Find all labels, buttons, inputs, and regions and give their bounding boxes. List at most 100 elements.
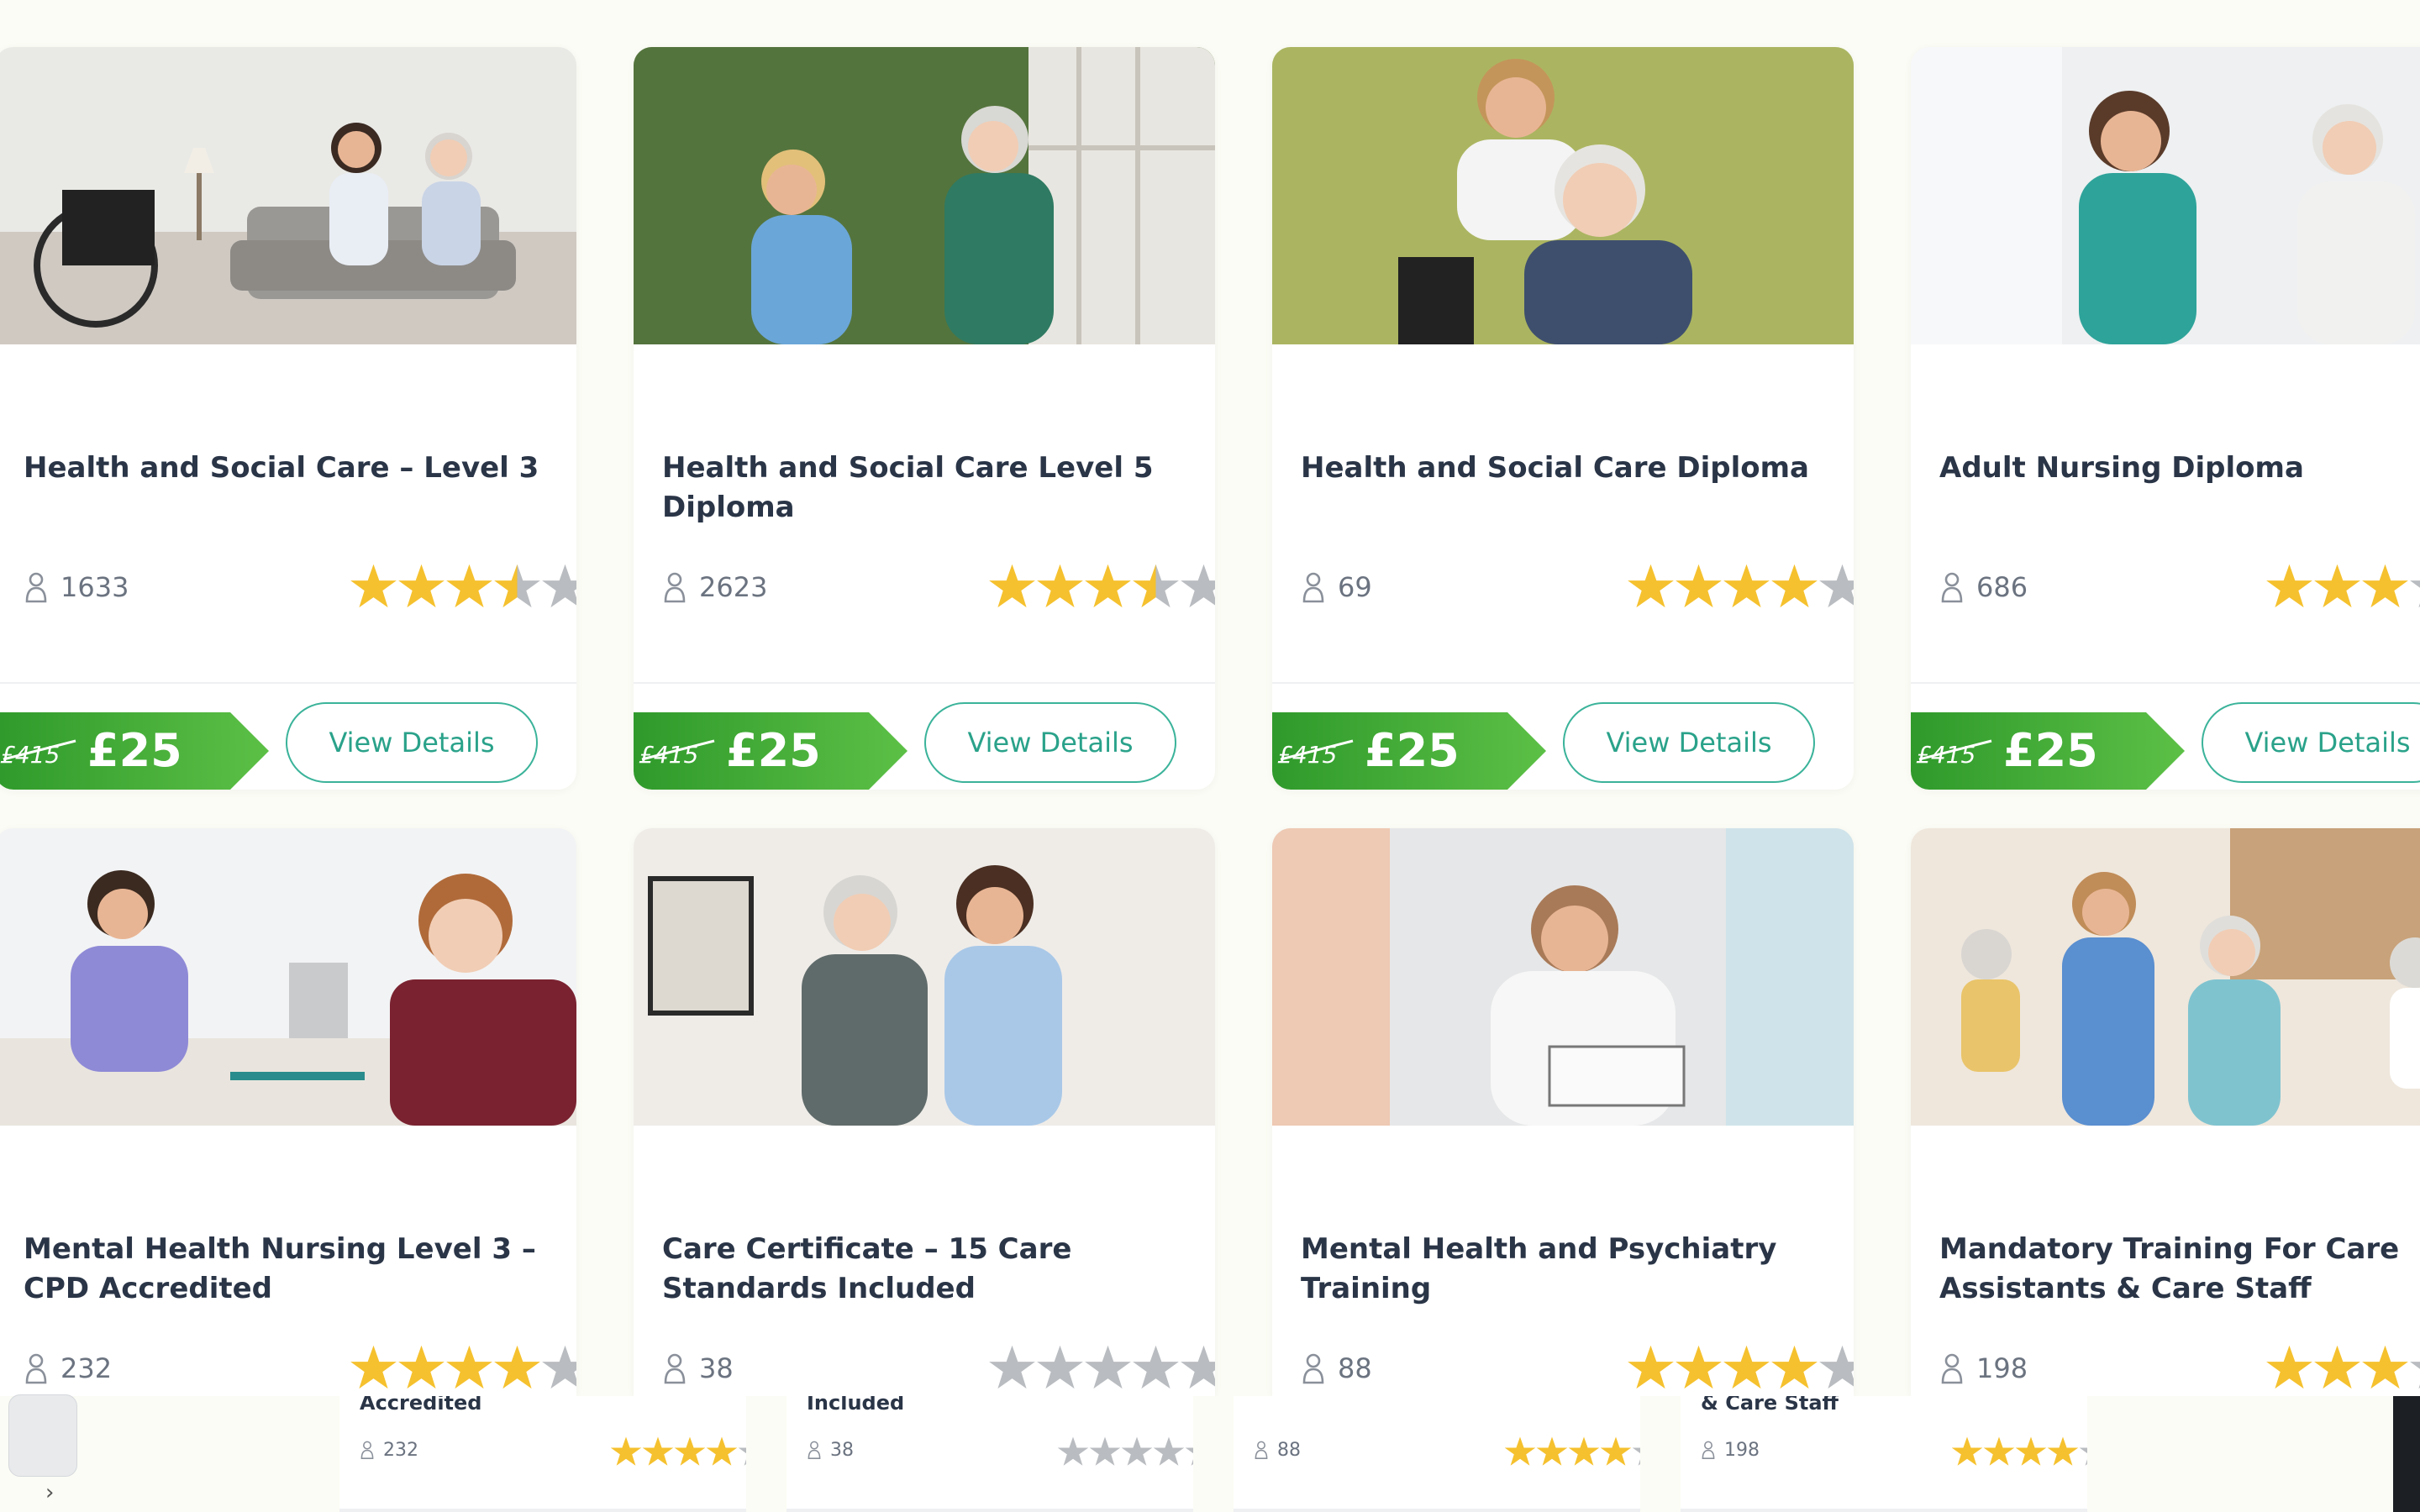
mini-title-fragment: & Care Staff (1701, 1396, 1839, 1415)
star-icon (494, 1345, 540, 1389)
mini-course-card[interactable]: 88 (1234, 1396, 1640, 1512)
view-details-button[interactable]: View Details (286, 702, 538, 783)
course-title[interactable]: Health and Social Care – Level 3 (24, 449, 548, 488)
star-icon (1153, 1436, 1185, 1466)
star-icon (1819, 1345, 1854, 1389)
divider (1911, 682, 2420, 684)
course-card[interactable]: Mandatory Training For Care Assistants &… (1911, 828, 2420, 1396)
course-card[interactable]: Mental Health and Psychiatry Training 88 (1272, 828, 1854, 1396)
rating-stars (350, 561, 576, 612)
student-icon (1941, 1353, 1963, 1384)
star-icon (1600, 1436, 1632, 1466)
course-image[interactable] (1911, 47, 2420, 344)
student-icon (360, 1441, 374, 1459)
divider (0, 682, 576, 684)
course-image[interactable] (0, 828, 576, 1126)
course-card[interactable]: Health and Social Care Level 5 Diploma 2… (634, 47, 1215, 790)
course-meta: 69 (1301, 561, 1854, 612)
course-meta: 38 (662, 1342, 1215, 1393)
course-image[interactable] (1272, 47, 1854, 344)
rating-stars (1627, 561, 1854, 612)
view-details-button[interactable]: View Details (924, 702, 1176, 783)
course-image[interactable] (1911, 828, 2420, 1126)
star-icon (989, 564, 1035, 608)
star-icon (1133, 564, 1179, 608)
star-icon (2362, 564, 2408, 608)
photo (1272, 828, 1854, 1126)
mini-title-fragment: Accredited (360, 1396, 482, 1415)
course-image[interactable] (1272, 828, 1854, 1126)
photo (634, 828, 1215, 1126)
divider (634, 682, 1215, 684)
student-count: 88 (1277, 1440, 1301, 1461)
star-icon (494, 564, 540, 608)
course-image[interactable] (634, 828, 1215, 1126)
student-icon (1302, 572, 1324, 603)
student-count: 1633 (60, 571, 129, 603)
price-tag: £415 £25 (1911, 712, 2185, 790)
rating-stars (1057, 1435, 1193, 1468)
course-meta: 2623 (662, 561, 1215, 612)
star-icon (1185, 1447, 1193, 1466)
student-icon (1255, 1441, 1268, 1459)
course-title[interactable]: Health and Social Care Level 5 Diploma (662, 449, 1186, 528)
strikethrough (1918, 739, 1992, 761)
course-card[interactable]: Health and Social Care Diploma 69 £415 £… (1272, 47, 1854, 790)
star-icon (542, 564, 576, 608)
background-page-strip: Accredited 232 Included 38 88 & Care Sta… (0, 1396, 2420, 1512)
course-meta: 88 (1301, 1342, 1854, 1393)
star-icon (1504, 1436, 1536, 1466)
course-title[interactable]: Care Certificate – 15 Care Standards Inc… (662, 1230, 1186, 1309)
course-title[interactable]: Adult Nursing Diploma (1939, 449, 2420, 488)
rating-stars (1627, 1342, 1854, 1393)
price-tag: £415 £25 (634, 712, 908, 790)
star-icon (1632, 1447, 1640, 1466)
student-count: 198 (1976, 1352, 2028, 1384)
star-icon (1771, 564, 1818, 608)
course-title[interactable]: Health and Social Care Diploma (1301, 449, 1825, 488)
price-tag: £415 £25 (0, 712, 269, 790)
star-icon (2410, 1362, 2420, 1389)
star-icon (1771, 1345, 1818, 1389)
course-card[interactable]: Care Certificate – 15 Care Standards Inc… (634, 828, 1215, 1396)
course-meta: 1633 (24, 561, 576, 612)
course-image[interactable] (634, 47, 1215, 344)
course-image[interactable] (0, 47, 576, 344)
star-icon (1037, 564, 1083, 608)
view-details-button[interactable]: View Details (1563, 702, 1815, 783)
chevron-right-icon[interactable]: › (45, 1480, 54, 1505)
star-icon (1089, 1436, 1121, 1466)
floating-app-widget[interactable] (8, 1394, 77, 1477)
mini-course-card[interactable]: & Care Staff 198 (1681, 1396, 2087, 1512)
star-icon (1676, 1345, 1722, 1389)
mini-course-card[interactable]: Included 38 (786, 1396, 1193, 1512)
student-count: 686 (1976, 571, 2028, 603)
star-icon (350, 1345, 397, 1389)
mini-course-card[interactable]: Accredited 232 (339, 1396, 746, 1512)
divider (1272, 682, 1854, 684)
course-card[interactable]: Adult Nursing Diploma 686 £415 £25 View … (1911, 47, 2420, 790)
star-icon (446, 564, 492, 608)
student-icon (808, 1441, 821, 1459)
mini-title-fragment: Included (807, 1396, 905, 1415)
star-icon (706, 1436, 738, 1466)
star-icon (2410, 580, 2420, 608)
star-icon (1628, 564, 1674, 608)
star-icon (2362, 1345, 2408, 1389)
course-card[interactable]: Health and Social Care – Level 3 1633 £4… (0, 47, 576, 790)
course-title[interactable]: Mental Health and Psychiatry Training (1301, 1230, 1825, 1309)
star-icon (1723, 1345, 1770, 1389)
star-icon (2047, 1436, 2079, 1466)
rating-stars (988, 1342, 1215, 1393)
course-title[interactable]: Mental Health Nursing Level 3 – CPD Accr… (24, 1230, 548, 1309)
star-icon (674, 1436, 706, 1466)
student-icon (1302, 1353, 1324, 1384)
star-icon (350, 564, 397, 608)
student-icon (664, 1353, 686, 1384)
view-details-button[interactable]: View Details (2202, 702, 2420, 783)
star-icon (1133, 1345, 1179, 1389)
course-card[interactable]: Mental Health Nursing Level 3 – CPD Accr… (0, 828, 576, 1396)
course-title[interactable]: Mandatory Training For Care Assistants &… (1939, 1230, 2420, 1309)
student-icon (1702, 1441, 1715, 1459)
star-icon (1037, 1345, 1083, 1389)
